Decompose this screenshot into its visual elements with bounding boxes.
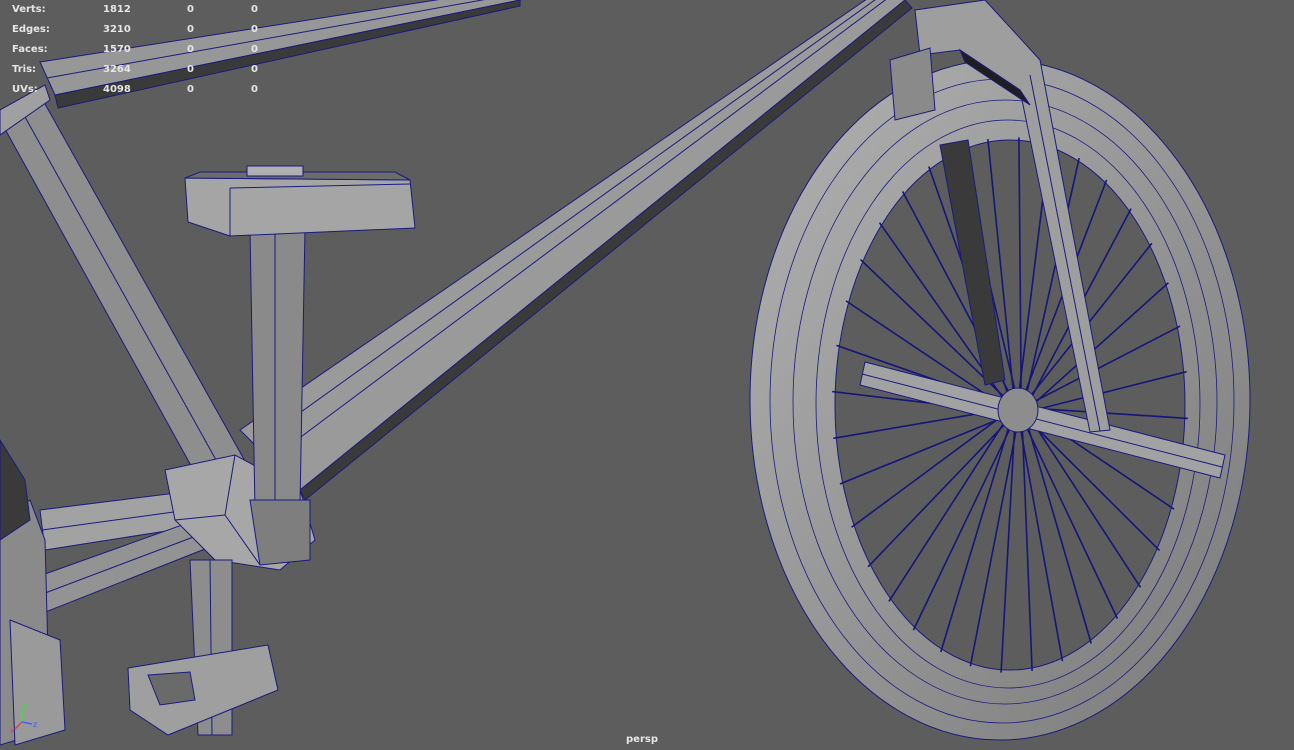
hud-selected: 0 xyxy=(187,44,194,55)
hud-selected: 0 xyxy=(187,24,194,35)
hud-label: UVs: xyxy=(12,84,38,95)
pedal-upper[interactable] xyxy=(184,165,416,237)
axis-gizmo: y x z xyxy=(10,701,37,734)
hud-row-uvs: UVs: 4098 0 0 xyxy=(12,80,272,100)
bicycle-model[interactable] xyxy=(0,0,1294,750)
hud-selected: 0 xyxy=(187,4,194,15)
hud-selected-2: 0 xyxy=(251,44,258,55)
hud-label: Tris: xyxy=(12,64,37,75)
camera-name-label: persp xyxy=(626,734,658,745)
seat-tube[interactable] xyxy=(0,84,251,501)
z-axis-icon xyxy=(21,721,33,725)
x-axis-label: x xyxy=(10,726,15,734)
crank-arm-upper[interactable] xyxy=(249,227,311,566)
hud-selected: 0 xyxy=(187,64,194,75)
hud-row-verts: Verts: 1812 0 0 xyxy=(12,0,272,20)
hud-selected-2: 0 xyxy=(251,84,258,95)
hud-total: 3264 xyxy=(103,64,131,75)
poly-count-hud: Verts: 1812 0 0 Edges: 3210 0 0 Faces: 1… xyxy=(12,0,272,100)
hud-label: Edges: xyxy=(12,24,50,35)
hud-row-tris: Tris: 3264 0 0 xyxy=(12,60,272,80)
hud-label: Verts: xyxy=(12,4,46,15)
z-axis-label: z xyxy=(33,720,37,729)
hud-row-faces: Faces: 1570 0 0 xyxy=(12,40,272,60)
y-axis-label: y xyxy=(23,701,28,710)
hud-label: Faces: xyxy=(12,44,48,55)
hud-selected-2: 0 xyxy=(251,64,258,75)
hud-total: 1812 xyxy=(103,4,131,15)
hud-total: 3210 xyxy=(103,24,131,35)
hud-selected-2: 0 xyxy=(251,4,258,15)
hud-total: 4098 xyxy=(103,84,131,95)
hud-row-edges: Edges: 3210 0 0 xyxy=(12,20,272,40)
hud-selected: 0 xyxy=(187,84,194,95)
3d-viewport[interactable]: Verts: 1812 0 0 Edges: 3210 0 0 Faces: 1… xyxy=(0,0,1294,750)
hud-total: 1570 xyxy=(103,44,131,55)
x-axis-icon xyxy=(14,721,23,730)
hud-selected-2: 0 xyxy=(251,24,258,35)
